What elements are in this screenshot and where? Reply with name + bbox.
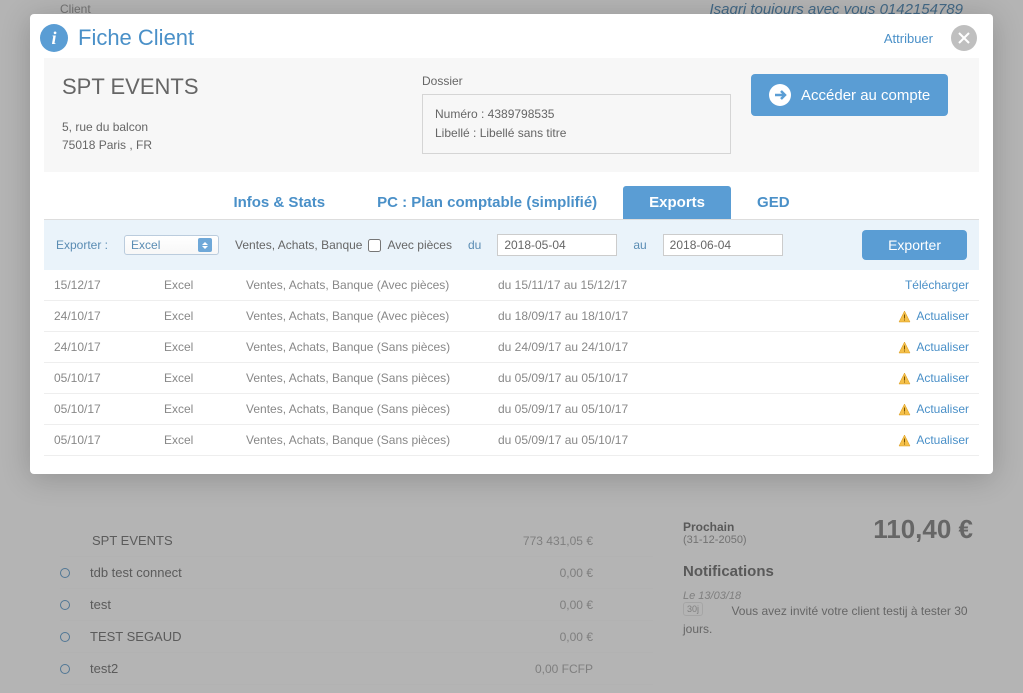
- export-date: 24/10/17: [54, 309, 164, 323]
- export-action-link[interactable]: Télécharger: [905, 278, 969, 292]
- export-format-select[interactable]: Excel: [124, 235, 219, 255]
- client-modal: i Fiche Client Attribuer SPT EVENTS 5, r…: [30, 14, 993, 474]
- warning-icon: [898, 341, 911, 354]
- dossier-label: Dossier: [422, 74, 731, 88]
- export-range: du 24/09/17 au 24/10/17: [498, 340, 778, 354]
- export-history-table: 15/12/17ExcelVentes, Achats, Banque (Ave…: [44, 270, 979, 456]
- warning-icon: [898, 403, 911, 416]
- tab-infos-stats[interactable]: Infos & Stats: [207, 186, 351, 219]
- client-info-block: SPT EVENTS 5, rue du balcon 75018 Paris …: [44, 58, 979, 172]
- close-button[interactable]: [951, 25, 977, 51]
- export-format: Excel: [164, 433, 246, 447]
- warning-icon: [898, 372, 911, 385]
- date-from-input[interactable]: [497, 234, 617, 256]
- client-address-2: 75018 Paris , FR: [62, 136, 402, 154]
- dossier-libelle: Libellé : Libellé sans titre: [435, 124, 718, 143]
- au-label: au: [633, 238, 646, 252]
- tab-ged[interactable]: GED: [731, 186, 816, 219]
- client-actions: Accéder au compte: [751, 74, 961, 154]
- exporter-label: Exporter :: [56, 238, 108, 252]
- modal-title: Fiche Client: [78, 25, 194, 51]
- export-format: Excel: [164, 402, 246, 416]
- modal-header: i Fiche Client Attribuer: [30, 14, 993, 58]
- export-row: 05/10/17ExcelVentes, Achats, Banque (San…: [44, 394, 979, 425]
- export-date: 05/10/17: [54, 433, 164, 447]
- avec-pieces-label: Avec pièces: [387, 238, 451, 252]
- warning-icon: [898, 310, 911, 323]
- export-types-group: Ventes, Achats, Banque Avec pièces: [235, 238, 452, 252]
- attribuer-link[interactable]: Attribuer: [884, 31, 933, 46]
- client-info-left: SPT EVENTS 5, rue du balcon 75018 Paris …: [62, 74, 402, 154]
- export-action-link[interactable]: Actualiser: [916, 340, 969, 354]
- export-range: du 05/09/17 au 05/10/17: [498, 433, 778, 447]
- close-icon: [958, 32, 970, 44]
- export-range: du 18/09/17 au 18/10/17: [498, 309, 778, 323]
- export-date: 24/10/17: [54, 340, 164, 354]
- info-icon: i: [40, 24, 68, 52]
- tab-exports[interactable]: Exports: [623, 186, 731, 219]
- export-format: Excel: [164, 309, 246, 323]
- tab-pc-plan-comptable-simplifi-[interactable]: PC : Plan comptable (simplifié): [351, 186, 623, 219]
- export-range: du 15/11/17 au 15/12/17: [498, 278, 778, 292]
- export-types: Ventes, Achats, Banque (Sans pièces): [246, 402, 498, 416]
- export-types: Ventes, Achats, Banque (Sans pièces): [246, 340, 498, 354]
- avec-pieces-checkbox[interactable]: [368, 239, 381, 252]
- warning-icon: [898, 434, 911, 447]
- export-types: Ventes, Achats, Banque (Sans pièces): [246, 433, 498, 447]
- export-row: 24/10/17ExcelVentes, Achats, Banque (San…: [44, 332, 979, 363]
- export-types: Ventes, Achats, Banque (Avec pièces): [246, 309, 498, 323]
- export-row: 05/10/17ExcelVentes, Achats, Banque (San…: [44, 425, 979, 456]
- export-types: Ventes, Achats, Banque (Avec pièces): [246, 278, 498, 292]
- tab-bar: Infos & StatsPC : Plan comptable (simpli…: [44, 186, 979, 220]
- export-format: Excel: [164, 371, 246, 385]
- dossier-numero: Numéro : 4389798535: [435, 105, 718, 124]
- arrow-right-icon: [769, 84, 791, 106]
- export-row: 15/12/17ExcelVentes, Achats, Banque (Ave…: [44, 270, 979, 301]
- dossier-block: Dossier Numéro : 4389798535 Libellé : Li…: [422, 74, 731, 154]
- du-label: du: [468, 238, 481, 252]
- exporter-button[interactable]: Exporter: [862, 230, 967, 260]
- acceder-compte-label: Accéder au compte: [801, 87, 930, 104]
- export-action-link[interactable]: Actualiser: [916, 402, 969, 416]
- export-toolbar: Exporter : Excel Ventes, Achats, Banque …: [44, 220, 979, 270]
- export-format: Excel: [164, 278, 246, 292]
- export-action-link[interactable]: Actualiser: [916, 309, 969, 323]
- export-format: Excel: [164, 340, 246, 354]
- client-name: SPT EVENTS: [62, 74, 402, 100]
- dossier-box: Numéro : 4389798535 Libellé : Libellé sa…: [422, 94, 731, 154]
- export-date: 15/12/17: [54, 278, 164, 292]
- export-row: 24/10/17ExcelVentes, Achats, Banque (Ave…: [44, 301, 979, 332]
- export-range: du 05/09/17 au 05/10/17: [498, 402, 778, 416]
- export-row: 05/10/17ExcelVentes, Achats, Banque (San…: [44, 363, 979, 394]
- date-to-input[interactable]: [663, 234, 783, 256]
- chevron-updown-icon: [198, 238, 212, 252]
- export-range: du 05/09/17 au 05/10/17: [498, 371, 778, 385]
- export-action-link[interactable]: Actualiser: [916, 371, 969, 385]
- export-action-link[interactable]: Actualiser: [916, 433, 969, 447]
- export-types: Ventes, Achats, Banque (Sans pièces): [246, 371, 498, 385]
- export-types-text: Ventes, Achats, Banque: [235, 238, 362, 252]
- client-address-1: 5, rue du balcon: [62, 118, 402, 136]
- export-date: 05/10/17: [54, 371, 164, 385]
- export-format-value: Excel: [131, 238, 160, 252]
- export-date: 05/10/17: [54, 402, 164, 416]
- acceder-compte-button[interactable]: Accéder au compte: [751, 74, 948, 116]
